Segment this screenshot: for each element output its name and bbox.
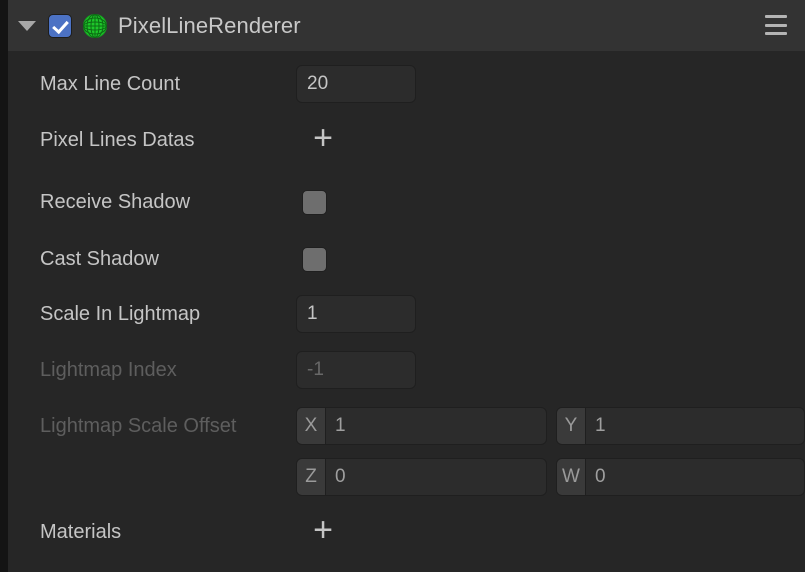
hamburger-line: [765, 15, 787, 18]
row-lightmap-index: Lightmap Index -1: [8, 342, 805, 398]
label-lightmap-scale-offset: Lightmap Scale Offset: [40, 415, 236, 438]
row-cast-shadow: Cast Shadow: [8, 231, 805, 287]
label-max-line-count: Max Line Count: [40, 73, 180, 96]
component-inspector-panel: PixelLineRenderer Max Line Count 20 Pixe…: [0, 0, 805, 572]
input-lightmap-scale-offset-z: Z 0: [296, 458, 547, 496]
hamburger-line: [765, 24, 787, 27]
row-max-line-count: Max Line Count 20: [8, 56, 805, 112]
axis-label-z: Z: [297, 459, 326, 495]
value-y: 1: [586, 408, 804, 444]
input-max-line-count[interactable]: 20: [296, 65, 416, 103]
input-lightmap-index: -1: [296, 351, 416, 389]
label-receive-shadow: Receive Shadow: [40, 191, 190, 214]
axis-label-w: W: [557, 459, 586, 495]
hamburger-line: [765, 32, 787, 35]
panel-left-gutter: [0, 0, 8, 572]
row-pixel-lines-datas: Pixel Lines Datas +: [8, 112, 805, 168]
row-scale-in-lightmap: Scale In Lightmap 1: [8, 286, 805, 342]
row-materials: Materials +: [8, 504, 805, 560]
row-lightmap-scale-offset: Lightmap Scale Offset X 1 Y 1: [8, 398, 805, 454]
input-lightmap-scale-offset-w: W 0: [556, 458, 805, 496]
component-enabled-checkbox[interactable]: [48, 14, 72, 38]
label-scale-in-lightmap: Scale In Lightmap: [40, 303, 200, 326]
add-material-button[interactable]: +: [306, 515, 340, 549]
label-materials: Materials: [40, 521, 121, 544]
add-pixel-lines-data-button[interactable]: +: [306, 123, 340, 157]
row-receive-shadow: Receive Shadow: [8, 174, 805, 230]
checkbox-receive-shadow[interactable]: [302, 190, 327, 215]
axis-label-x: X: [297, 408, 326, 444]
label-pixel-lines-datas: Pixel Lines Datas: [40, 129, 195, 152]
component-header[interactable]: PixelLineRenderer: [0, 0, 805, 51]
value-w: 0: [586, 459, 804, 495]
input-lightmap-scale-offset-y: Y 1: [556, 407, 805, 445]
input-scale-in-lightmap[interactable]: 1: [296, 295, 416, 333]
axis-label-y: Y: [557, 408, 586, 444]
component-title: PixelLineRenderer: [118, 13, 301, 39]
value-z: 0: [326, 459, 546, 495]
triangle-down-icon[interactable]: [18, 21, 36, 31]
properties-list: Max Line Count 20 Pixel Lines Datas + Re…: [8, 51, 805, 572]
value-x: 1: [326, 408, 546, 444]
input-lightmap-scale-offset-x: X 1: [296, 407, 547, 445]
checkbox-cast-shadow[interactable]: [302, 247, 327, 272]
label-lightmap-index: Lightmap Index: [40, 359, 177, 382]
label-cast-shadow: Cast Shadow: [40, 248, 159, 271]
row-lightmap-scale-offset-second: Z 0 W 0: [8, 449, 805, 505]
hamburger-menu-icon[interactable]: [765, 15, 787, 35]
globe-wireframe-icon: [82, 13, 108, 39]
